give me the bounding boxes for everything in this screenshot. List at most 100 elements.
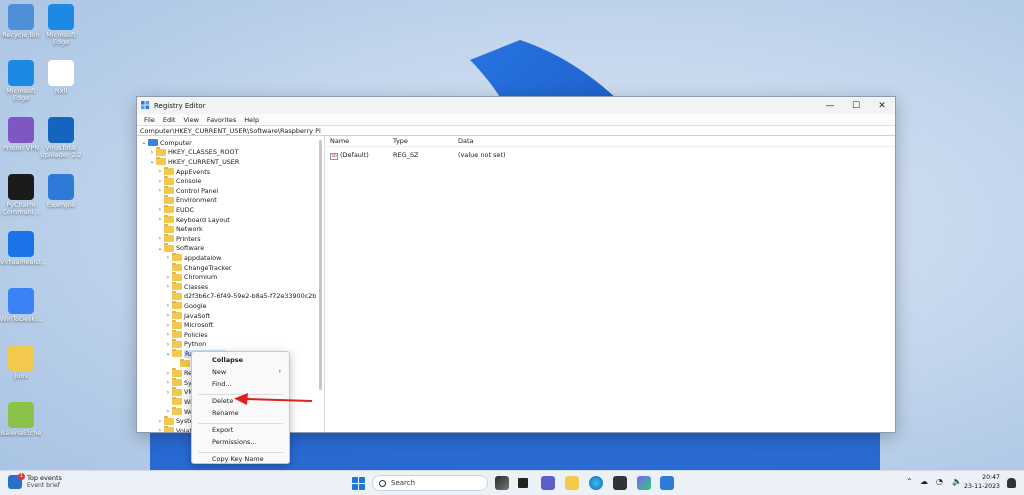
desktop-shortcut[interactable]: VirusTotal Uploader 2.2 — [40, 117, 82, 160]
start-button[interactable] — [352, 477, 365, 490]
menu-item-delete[interactable]: Delete — [212, 397, 233, 405]
tree-item[interactable]: › Wo — [164, 406, 194, 417]
menu-item-find[interactable]: Find... — [212, 380, 232, 388]
tree-item[interactable]: › Volatil — [156, 425, 196, 432]
chevron-right-icon[interactable]: › — [156, 187, 164, 194]
tree-item[interactable]: › Chromium — [164, 272, 217, 282]
chevron-right-icon[interactable]: › — [156, 178, 164, 185]
chevron-down-icon[interactable]: ⌄ — [148, 158, 156, 165]
tree-item[interactable]: › Classes — [164, 281, 208, 292]
menu-help[interactable]: Help — [240, 116, 263, 124]
desktop-shortcut[interactable]: Jobs — [0, 345, 42, 380]
task-view-icon[interactable] — [518, 478, 528, 488]
copilot-icon[interactable] — [495, 476, 509, 490]
chevron-right-icon[interactable]: › — [164, 283, 172, 290]
desktop-shortcut[interactable]: Example — [40, 174, 82, 209]
table-row[interactable]: ab (Default) REG_SZ (value not set) — [325, 150, 895, 160]
tree-item[interactable]: › Google — [164, 300, 207, 311]
tree-item[interactable]: ⌄ HKEY_CURRENT_USER — [148, 156, 239, 167]
menu-edit[interactable]: Edit — [159, 116, 180, 124]
tree-item[interactable]: Environment — [156, 195, 217, 206]
search-box[interactable]: Search — [372, 475, 488, 491]
menu-favorites[interactable]: Favorites — [203, 116, 240, 124]
desktop-shortcut[interactable]: Nxll — [40, 60, 82, 95]
tree-item[interactable]: ChangeTracker — [164, 262, 232, 273]
tree-item[interactable]: › VM — [164, 387, 194, 398]
teams-icon[interactable] — [541, 476, 555, 490]
chevron-right-icon[interactable]: › — [156, 168, 164, 175]
speaker-icon[interactable]: 🔈 — [952, 477, 962, 486]
chevron-right-icon[interactable]: › — [164, 408, 172, 415]
widgets-button[interactable]: 1 Top events Event brief — [8, 472, 62, 489]
menu-item-copy-key-name[interactable]: Copy Key Name — [212, 455, 264, 463]
tree-item[interactable]: ⌄ Software — [156, 243, 204, 254]
desktop-shortcut[interactable]: Microsoft Edge — [40, 4, 82, 47]
chevron-right-icon[interactable]: › — [156, 427, 164, 432]
chevron-up-icon[interactable]: ⌃ — [906, 477, 913, 486]
tree-item[interactable]: › Printers — [156, 233, 201, 244]
chevron-right-icon[interactable]: › — [148, 149, 156, 156]
clock[interactable]: 20:47 23-11-2023 — [964, 474, 1000, 491]
tree-item[interactable] — [172, 358, 192, 369]
chevron-right-icon[interactable]: › — [164, 370, 172, 377]
edge-icon[interactable] — [589, 476, 603, 490]
chevron-right-icon[interactable]: › — [156, 235, 164, 242]
menu-item-rename[interactable]: Rename — [212, 409, 239, 417]
tree-item[interactable]: Network — [156, 224, 203, 234]
tree-item[interactable]: › Python — [164, 339, 206, 350]
desktop-shortcut[interactable]: PyCharm Communi... — [0, 174, 42, 217]
chevron-right-icon[interactable]: › — [156, 418, 164, 425]
desktop-shortcut[interactable]: Recycle Bin — [0, 4, 42, 39]
menu-view[interactable]: View — [179, 116, 202, 124]
tree-item[interactable]: d2f3b6c7-6f49-59e2-b8a5-f72e33900c2b — [164, 291, 316, 302]
desktop-shortcut[interactable]: VirtualRealU... — [0, 231, 46, 266]
chevron-right-icon[interactable]: › — [164, 379, 172, 386]
tree-item[interactable]: › JavaSoft — [164, 310, 210, 321]
desktop-shortcut[interactable]: Microsoft Edge — [0, 60, 42, 103]
chevron-down-icon[interactable]: ⌄ — [140, 139, 148, 146]
menu-file[interactable]: File — [140, 116, 159, 124]
chevron-right-icon[interactable]: › — [164, 274, 172, 281]
tree-item[interactable]: › EUDC — [156, 204, 194, 215]
chevron-right-icon[interactable]: › — [156, 216, 164, 223]
tree-item[interactable]: › Policies — [164, 329, 208, 340]
tree-item[interactable]: Wi — [164, 396, 192, 407]
cloud-icon[interactable]: ☁ — [920, 477, 928, 486]
wifi-icon[interactable]: ◔ — [936, 477, 943, 486]
chevron-right-icon[interactable]: › — [164, 254, 172, 261]
tree-item[interactable]: › HKEY_CLASSES_ROOT — [148, 147, 238, 158]
menu-item-permissions[interactable]: Permissions... — [212, 438, 257, 446]
menu-item-new[interactable]: New — [212, 368, 226, 376]
chevron-right-icon[interactable]: › — [164, 312, 172, 319]
tree-item[interactable]: › AppEvents — [156, 166, 210, 177]
tree-item[interactable]: ⌄ Computer — [140, 138, 191, 148]
registry-editor-taskbar-icon[interactable] — [660, 476, 674, 490]
chevron-right-icon[interactable]: › — [164, 302, 172, 309]
tree-item[interactable]: › Control Panel — [156, 185, 218, 196]
tree-item[interactable]: › Re — [164, 368, 192, 378]
chevron-right-icon[interactable]: › — [164, 389, 172, 396]
menu-item-export[interactable]: Export — [212, 426, 233, 434]
close-button[interactable]: ✕ — [869, 97, 895, 114]
address-bar[interactable]: Computer\HKEY_CURRENT_USER\Software\Rasp… — [137, 125, 895, 136]
chevron-right-icon[interactable]: › — [164, 341, 172, 348]
column-type[interactable]: Type — [393, 137, 408, 145]
chevron-right-icon[interactable]: › — [164, 331, 172, 338]
minimize-button[interactable]: — — [817, 97, 843, 114]
tree-item[interactable]: › Console — [156, 176, 201, 186]
column-name[interactable]: Name — [330, 137, 349, 145]
chevron-right-icon[interactable]: › — [164, 322, 172, 329]
tree-item[interactable]: › appdatalow — [164, 252, 221, 263]
chevron-down-icon[interactable]: ⌄ — [156, 245, 164, 252]
desktop-shortcut[interactable]: WinToDeski... — [0, 288, 43, 323]
notification-bell-icon[interactable] — [1007, 478, 1016, 488]
desktop-shortcut[interactable]: BalenaEtche — [0, 402, 42, 437]
store-icon[interactable] — [613, 476, 627, 490]
desktop-shortcut[interactable]: Proton VPN — [0, 117, 42, 152]
maximize-button[interactable]: ☐ — [843, 97, 869, 114]
menu-item-collapse[interactable]: Collapse — [212, 356, 243, 364]
tree-scrollbar[interactable] — [319, 140, 322, 390]
proton-vpn-icon[interactable] — [637, 476, 651, 490]
file-explorer-icon[interactable] — [565, 476, 579, 490]
tree-item[interactable]: › Keyboard Layout — [156, 214, 230, 225]
